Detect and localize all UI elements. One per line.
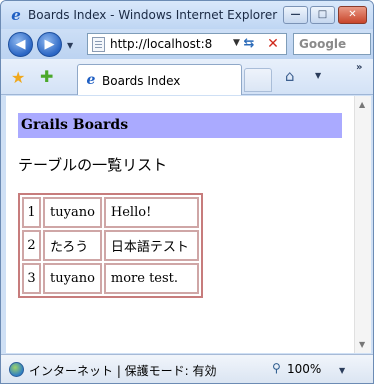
zoom-dropdown-icon[interactable]: ▼ xyxy=(339,366,345,375)
stop-icon[interactable]: ✕ xyxy=(263,35,283,53)
boards-table: 1 tuyano Hello! 2 たろう 日本語テスト 3 tuyano more test. xyxy=(18,193,203,298)
favorites-star-icon[interactable]: ★ xyxy=(11,68,25,87)
zoom-level[interactable]: 100% xyxy=(287,362,321,376)
status-bar: インターネット | 保護モード: 有効 ⚲ 100% ▼ xyxy=(1,354,373,383)
vertical-scrollbar[interactable]: ▲ ▼ xyxy=(354,96,371,353)
row-message-cell: more test. xyxy=(103,263,199,294)
table-row: 2 たろう 日本語テスト xyxy=(22,230,199,261)
row-id-cell: 3 xyxy=(22,263,41,294)
title-bar[interactable]: e Boards Index - Windows Internet Explor… xyxy=(1,1,373,29)
refresh-icon[interactable]: ⇆ xyxy=(238,35,260,53)
row-id-cell: 1 xyxy=(22,197,41,228)
page-subtitle: テーブルの一覧リスト xyxy=(18,156,168,174)
home-icon[interactable]: ⌂ xyxy=(285,67,295,85)
search-box[interactable]: Google xyxy=(293,33,371,55)
recent-pages-dropdown[interactable]: ▼ xyxy=(67,41,73,50)
page-icon xyxy=(92,37,105,52)
page-content: Grails Boards テーブルの一覧リスト 1 tuyano Hello! 2 た… xyxy=(6,96,354,353)
forward-button[interactable]: ▶ xyxy=(37,32,62,57)
address-input[interactable]: http://localhost:8 xyxy=(110,37,212,51)
chevron-more-icon[interactable]: » xyxy=(356,62,362,73)
table-row: 1 tuyano Hello! xyxy=(22,197,199,228)
page-heading: Grails Boards xyxy=(18,113,342,138)
row-message-cell: Hello! xyxy=(103,197,199,228)
address-bar[interactable]: http://localhost:8 ▼ ⇆ ✕ xyxy=(87,33,287,55)
table-row: 3 tuyano more test. xyxy=(22,263,199,294)
tab-label: Boards Index xyxy=(102,74,181,88)
arrow-right-icon: ▶ xyxy=(44,37,55,52)
address-toolbar: ◀ ▶ ▼ http://localhost:8 ▼ ⇆ ✕ Google xyxy=(1,29,373,59)
back-button[interactable]: ◀ xyxy=(8,32,33,57)
tab-boards-index[interactable]: e Boards Index xyxy=(77,64,242,95)
row-name-cell: tuyano xyxy=(43,263,102,294)
maximize-button[interactable]: □ xyxy=(310,6,335,24)
row-name-cell: たろう xyxy=(43,230,102,261)
browser-window: e Boards Index - Windows Internet Explor… xyxy=(0,0,374,384)
ie-page-icon: e xyxy=(86,72,96,88)
row-id-cell: 2 xyxy=(22,230,41,261)
new-tab-button[interactable] xyxy=(244,68,272,92)
ie-logo-icon: e xyxy=(11,6,21,24)
row-name-cell: tuyano xyxy=(43,197,102,228)
search-input[interactable]: Google xyxy=(299,37,346,51)
home-dropdown-icon[interactable]: ▼ xyxy=(315,71,321,80)
magnifier-icon[interactable]: ⚲ xyxy=(272,361,281,375)
scroll-up-icon[interactable]: ▲ xyxy=(359,100,365,109)
add-favorites-icon[interactable]: ✚ xyxy=(40,67,53,86)
minimize-button[interactable]: — xyxy=(283,6,308,24)
globe-icon xyxy=(9,362,24,377)
arrow-left-icon: ◀ xyxy=(15,37,26,52)
row-message-cell: 日本語テスト xyxy=(103,230,199,261)
security-zone-text[interactable]: インターネット | 保護モード: 有効 xyxy=(29,362,217,379)
tab-toolbar: ★ ✚ e Boards Index ⌂ ▼ » xyxy=(1,59,373,95)
page-title: Grails Boards xyxy=(21,117,129,133)
scroll-down-icon[interactable]: ▼ xyxy=(359,340,365,349)
window-title: Boards Index - Windows Internet Explorer xyxy=(28,8,278,22)
close-button[interactable]: ✕ xyxy=(338,6,367,24)
